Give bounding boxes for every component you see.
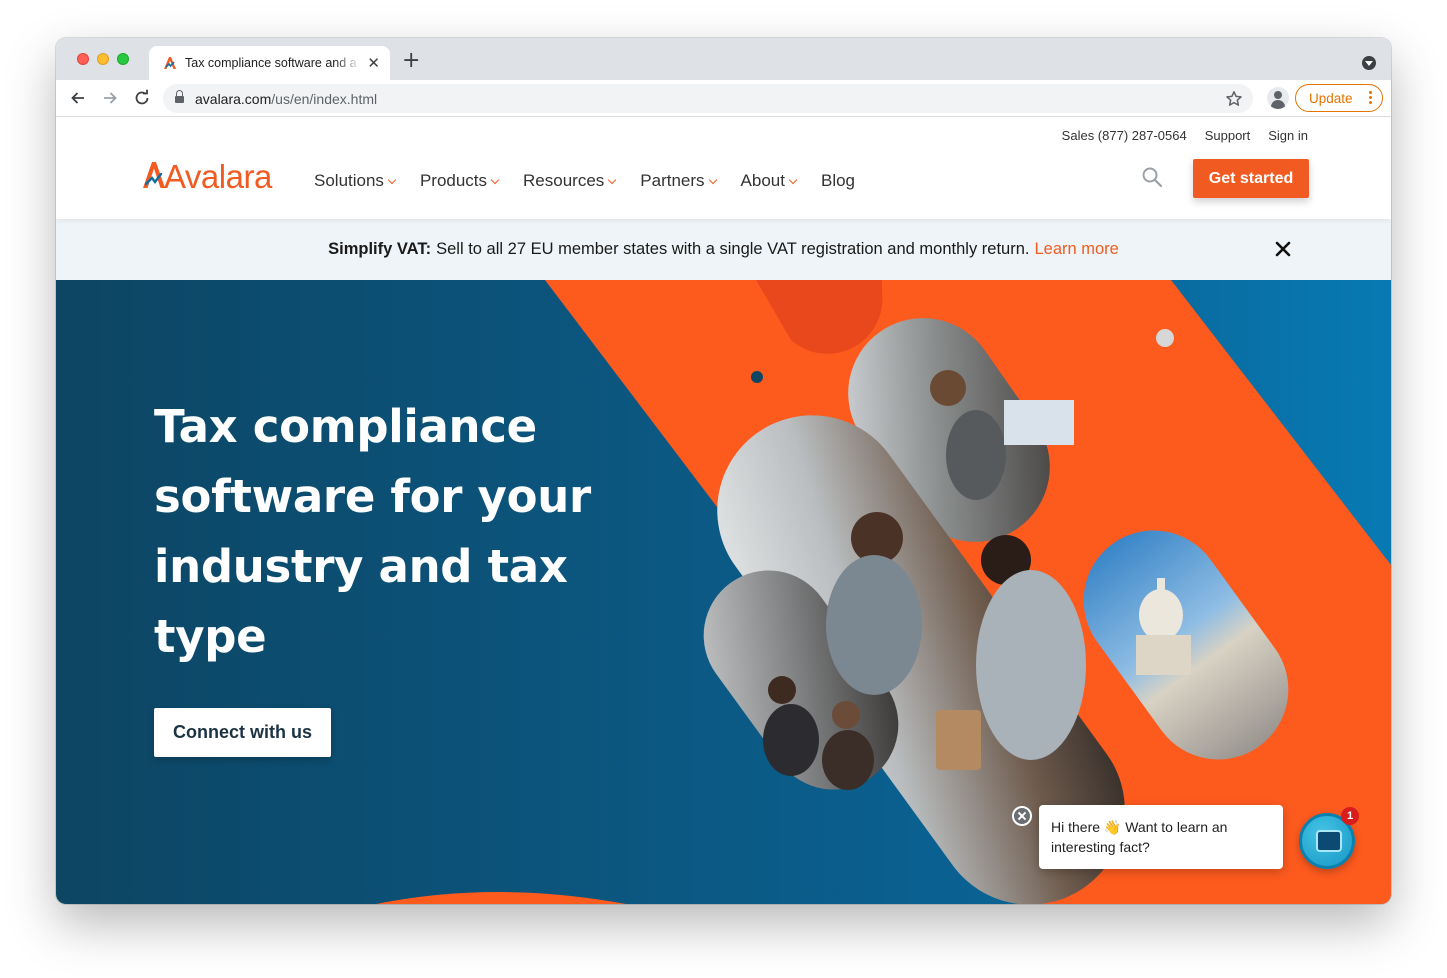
tab-strip: Tax compliance software and a ✕ + <box>56 38 1391 80</box>
minimize-window-button[interactable] <box>97 53 109 65</box>
nav-about[interactable]: About <box>740 171 798 191</box>
hero-title-line: industry and tax <box>154 540 568 593</box>
chat-dismiss-icon[interactable] <box>1012 806 1032 826</box>
url-path: /us/en/index.html <box>271 90 378 107</box>
connect-with-us-button[interactable]: Connect with us <box>154 708 331 757</box>
nav-label: Products <box>419 171 488 190</box>
nav-products[interactable]: Products <box>419 171 500 191</box>
logo-wordmark: Avalara <box>164 159 273 193</box>
vat-banner: Simplify VAT: Sell to all 27 EU member s… <box>56 219 1391 280</box>
maximize-window-button[interactable] <box>117 53 129 65</box>
url-host: avalara.com <box>195 90 272 107</box>
avalara-favicon-icon <box>164 57 176 69</box>
update-label: Update <box>1309 90 1353 106</box>
tab-close-icon[interactable]: ✕ <box>367 55 380 71</box>
hero-title-line: type <box>154 610 267 663</box>
close-window-button[interactable] <box>77 53 89 65</box>
chat-prompt-bubble[interactable]: Hi there 👋 Want to learn an interesting … <box>1039 805 1283 869</box>
nav-label: Solutions <box>314 171 384 190</box>
web-page: Sales (877) 287-0564 Support Sign in Ava… <box>56 117 1391 904</box>
chat-message-line: interesting fact? <box>1051 839 1150 855</box>
forward-arrow-icon[interactable] <box>101 89 119 107</box>
nav-label: Blog <box>820 171 856 190</box>
nav-label: Resources <box>523 171 605 190</box>
more-menu-icon <box>1369 91 1372 106</box>
hero-title-line: Tax compliance <box>154 400 537 453</box>
chevron-down-icon <box>490 175 500 185</box>
learn-more-link[interactable]: Learn more <box>1034 240 1118 259</box>
chevron-down-icon <box>788 175 798 185</box>
sales-phone-link[interactable]: Sales (877) 287-0564 <box>1062 128 1187 143</box>
site-header: Sales (877) 287-0564 Support Sign in Ava… <box>56 117 1391 219</box>
hero-title-line: software for your <box>154 470 591 523</box>
nav-label: About <box>740 171 785 190</box>
url-text: avalara.com/us/en/index.html <box>195 91 377 107</box>
profile-avatar-icon[interactable] <box>1267 87 1289 109</box>
main-nav: Solutions Products Resources Partners Ab… <box>314 171 880 191</box>
tab-title: Tax compliance software and a <box>185 56 357 70</box>
chevron-down-icon <box>387 175 397 185</box>
nav-resources[interactable]: Resources <box>523 171 617 191</box>
utility-nav: Sales (877) 287-0564 Support Sign in <box>1062 128 1308 143</box>
get-started-button[interactable]: Get started <box>1193 159 1309 198</box>
hero-title: Tax compliance software for your industr… <box>154 392 614 672</box>
banner-text: Sell to all 27 EU member states with a s… <box>436 240 1030 258</box>
support-link[interactable]: Support <box>1205 128 1251 143</box>
new-tab-button[interactable]: + <box>402 50 420 72</box>
nav-label: Partners <box>640 171 705 190</box>
update-button[interactable]: Update <box>1295 84 1383 112</box>
nav-partners[interactable]: Partners <box>640 171 717 191</box>
chevron-down-icon <box>708 175 717 185</box>
lock-icon <box>175 89 184 106</box>
search-icon[interactable] <box>1141 166 1163 188</box>
browser-toolbar: avalara.com/us/en/index.html Update <box>56 80 1391 117</box>
sign-in-link[interactable]: Sign in <box>1268 128 1308 143</box>
address-bar[interactable]: avalara.com/us/en/index.html <box>163 84 1253 113</box>
back-arrow-icon[interactable] <box>69 89 87 107</box>
chat-notification-badge: 1 <box>1341 807 1359 825</box>
tab-search-icon[interactable] <box>1362 56 1376 70</box>
nav-blog[interactable]: Blog <box>821 171 855 191</box>
avalara-logo[interactable]: Avalara <box>142 159 274 193</box>
close-icon[interactable] <box>1275 241 1291 257</box>
hero-section: Tax compliance software for your industr… <box>56 280 1391 904</box>
bookmark-star-icon[interactable] <box>1225 90 1243 108</box>
nav-solutions[interactable]: Solutions <box>314 171 397 191</box>
reload-icon[interactable] <box>133 89 151 107</box>
chat-message-line: Hi there 👋 Want to learn an <box>1051 819 1228 835</box>
browser-tab[interactable]: Tax compliance software and a ✕ <box>149 46 390 80</box>
banner-bold: Simplify VAT: <box>328 240 432 258</box>
browser-window: Tax compliance software and a ✕ + avalar… <box>56 38 1391 904</box>
chevron-down-icon <box>608 175 617 185</box>
